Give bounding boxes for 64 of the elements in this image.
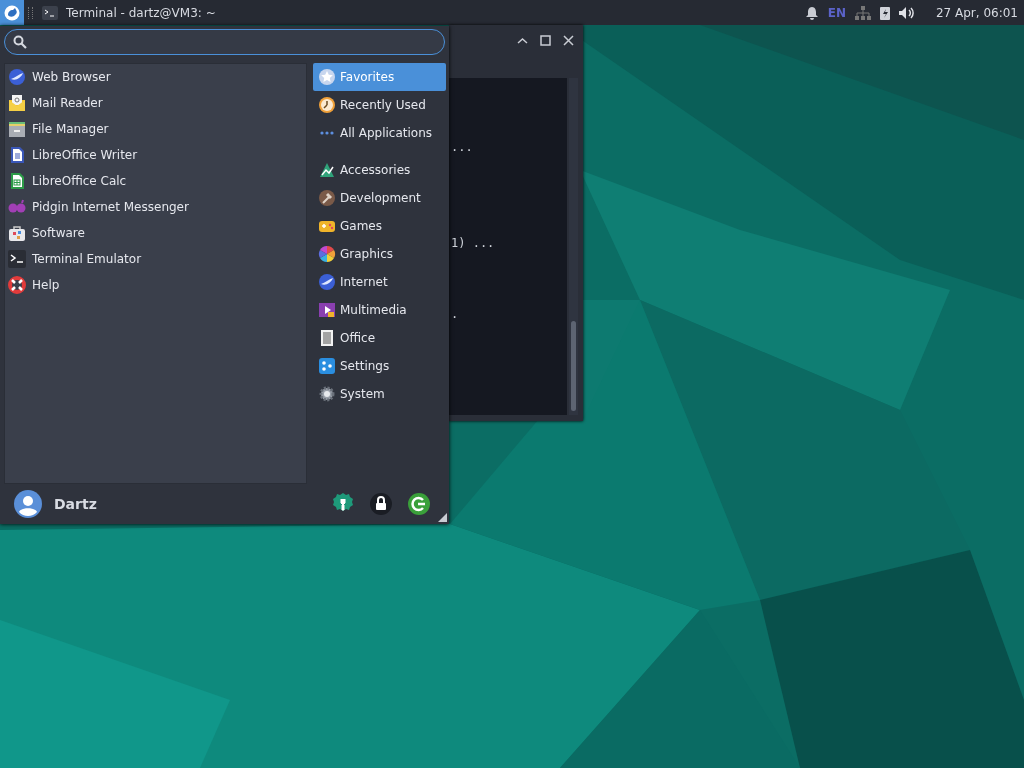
category-item[interactable]: Multimedia (313, 296, 446, 324)
document-icon (8, 146, 26, 164)
category-item[interactable]: Settings (313, 352, 446, 380)
menu-item[interactable]: Software (5, 220, 306, 246)
lifebuoy-icon (8, 276, 26, 294)
volume-icon[interactable] (898, 5, 915, 20)
user-avatar-icon (14, 490, 42, 518)
category-item[interactable]: Office (313, 324, 446, 352)
category-item[interactable]: Recently Used (313, 91, 446, 119)
document-icon (318, 329, 336, 347)
chevron-up-icon (517, 37, 528, 44)
category-item[interactable]: All Applications (313, 119, 446, 147)
gear-icon (318, 385, 336, 403)
taskbar-button[interactable]: Terminal - dartz@VM3: ~ (36, 0, 222, 25)
terminal-text: ... (451, 140, 473, 154)
resize-grip-icon[interactable] (438, 513, 447, 522)
spreadsheet-icon (8, 172, 26, 190)
folder-icon (8, 120, 26, 138)
menu-item[interactable]: Pidgin Internet Messenger (5, 194, 306, 220)
settings-icon (318, 357, 336, 375)
menu-item[interactable]: LibreOffice Calc (5, 168, 306, 194)
logout-button[interactable] (407, 492, 431, 516)
network-icon[interactable] (854, 5, 871, 20)
menu-item[interactable]: File Manager (5, 116, 306, 142)
menu-item[interactable]: LibreOffice Writer (5, 142, 306, 168)
search-icon (13, 35, 27, 49)
logout-icon (407, 492, 431, 516)
menu-item[interactable]: Web Browser (5, 64, 306, 90)
terminal-text: . (451, 307, 459, 321)
terminal-text: 1) ... (451, 236, 495, 250)
search-field[interactable] (4, 29, 445, 55)
category-item[interactable]: Graphics (313, 240, 446, 268)
film-icon (318, 301, 336, 319)
globe-icon (318, 273, 336, 291)
category-item[interactable]: Games (313, 212, 446, 240)
terminal-icon (8, 250, 26, 268)
category-item[interactable]: Internet (313, 268, 446, 296)
drawing-tools-icon (318, 161, 336, 179)
star-icon (318, 68, 336, 86)
close-icon (563, 34, 574, 46)
hammer-icon (318, 189, 336, 207)
square-icon (540, 34, 551, 46)
user-name: Dartz (54, 496, 97, 512)
lock-icon (369, 492, 393, 516)
dots-icon (318, 130, 336, 136)
menu-item[interactable]: Mail Reader (5, 90, 306, 116)
scrollbar[interactable] (569, 78, 578, 415)
terminal-icon (42, 5, 58, 20)
battery-icon[interactable] (879, 5, 890, 20)
clock[interactable]: 27 Apr, 06:01 (935, 5, 1018, 20)
menu-item[interactable]: Help (5, 272, 306, 298)
envelope-icon (8, 94, 26, 112)
lock-button[interactable] (369, 492, 393, 516)
color-wheel-icon (318, 245, 336, 263)
category-item[interactable]: Accessories (313, 156, 446, 184)
menu-item[interactable]: Terminal Emulator (5, 246, 306, 272)
bell-icon[interactable] (804, 5, 819, 20)
shopping-bag-icon (8, 224, 26, 242)
clock-icon (318, 96, 336, 114)
mouse-logo-icon (4, 4, 20, 21)
category-item[interactable]: Development (313, 184, 446, 212)
app-menu-button[interactable] (0, 0, 24, 25)
globe-icon (8, 68, 26, 86)
category-item[interactable]: System (313, 380, 446, 408)
